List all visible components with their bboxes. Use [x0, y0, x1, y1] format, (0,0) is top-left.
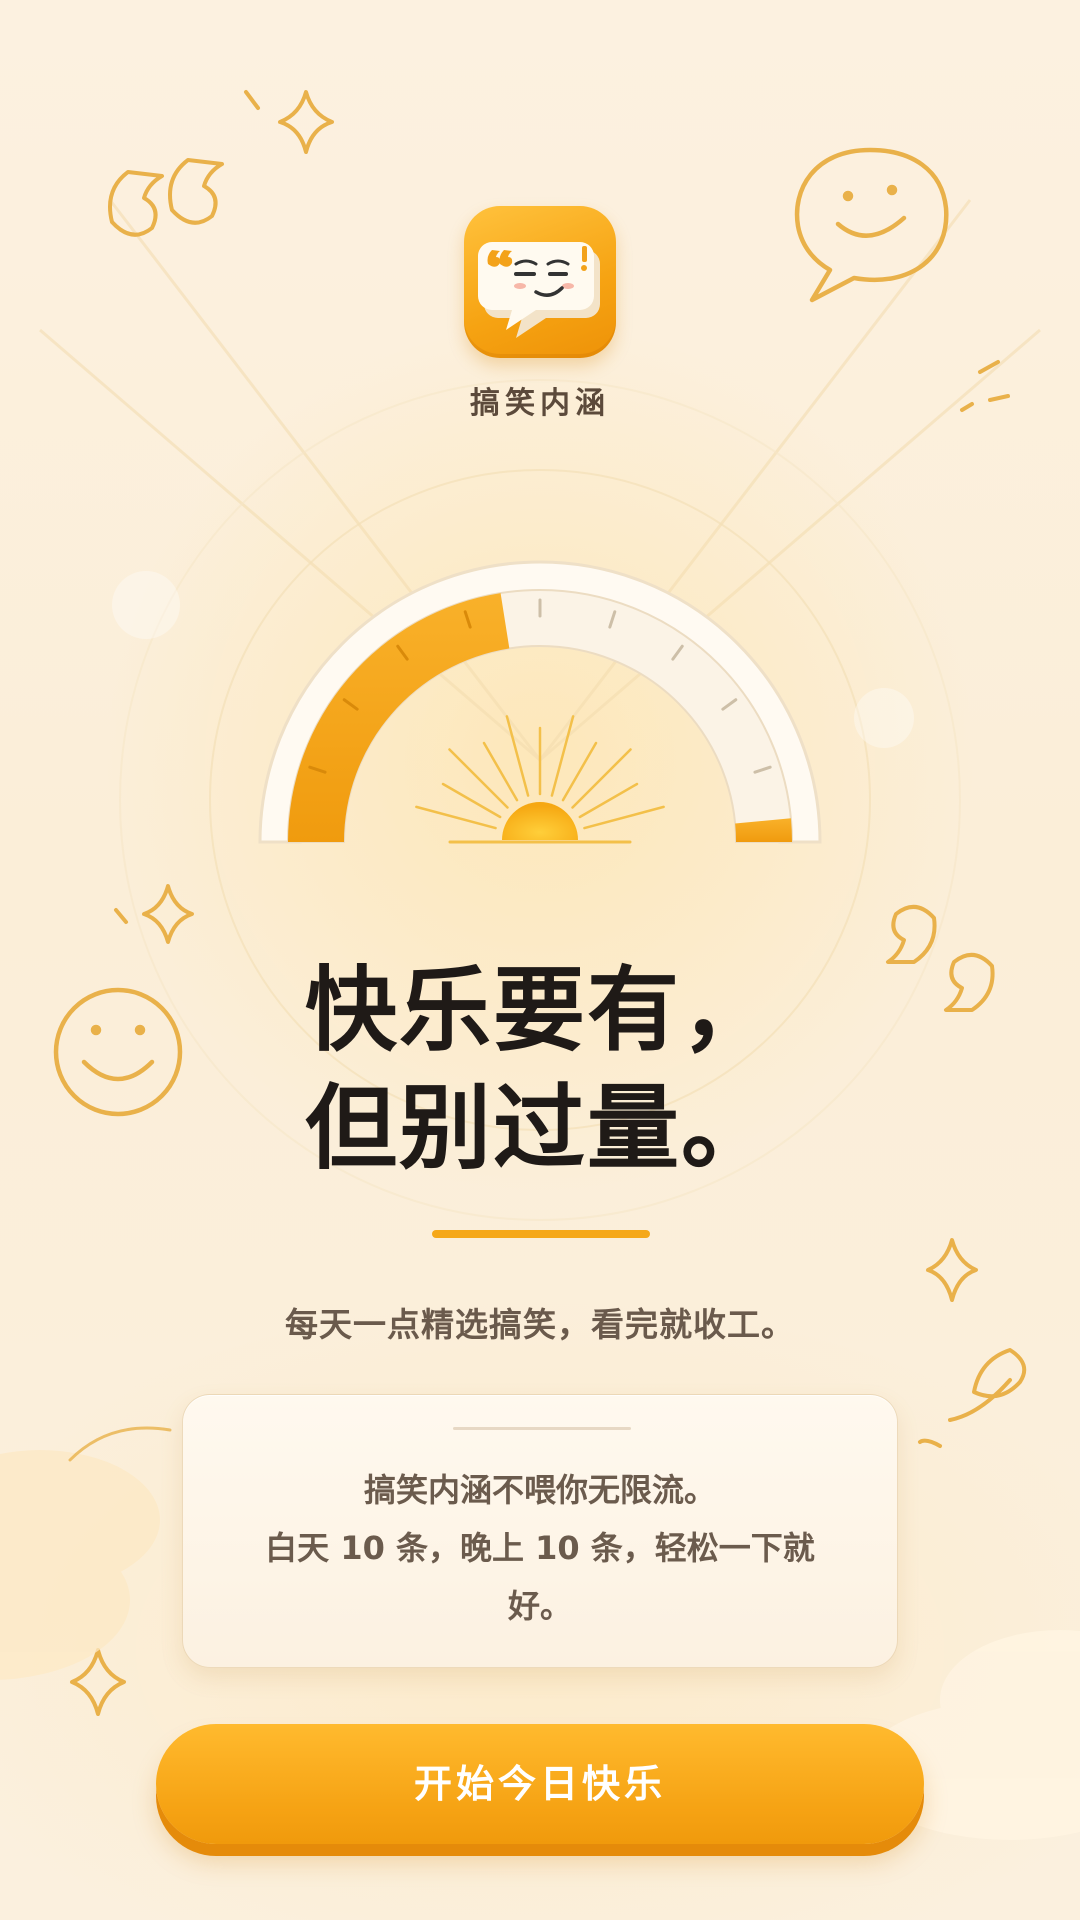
headline-line-2: 但别过量。	[304, 1075, 775, 1182]
info-card-text: 搞笑内涵不喂你无限流。 白天 10 条，晚上 10 条，轻松一下就 好。	[223, 1461, 857, 1635]
info-card-line-1: 搞笑内涵不喂你无限流。	[363, 1471, 716, 1509]
daily-limit-gauge	[258, 560, 822, 844]
bubble	[112, 571, 180, 639]
speech-bubble-face-icon	[478, 242, 600, 338]
sun-ray	[550, 715, 575, 797]
sun-ray	[583, 805, 665, 830]
sparkle-tick	[244, 90, 260, 110]
info-card: 搞笑内涵不喂你无限流。 白天 10 条，晚上 10 条，轻松一下就 好。	[182, 1394, 898, 1668]
sun-ray	[578, 782, 639, 819]
leaf-icon	[918, 1348, 1027, 1448]
sparkle-icon	[278, 90, 334, 154]
smiley-bubble-icon	[794, 147, 949, 303]
sparkle-icon	[926, 1238, 978, 1302]
sun-icon	[415, 715, 665, 844]
subtitle: 每天一点精选搞笑，看完就收工。	[285, 1305, 795, 1344]
sun-ray	[448, 748, 509, 809]
cloud-icon	[0, 1450, 160, 1680]
app-name: 搞笑内涵	[470, 386, 610, 421]
accent-divider	[432, 1230, 650, 1238]
start-today-button[interactable]: 开始今日快乐	[156, 1724, 924, 1844]
sparkle-icon	[142, 884, 194, 944]
headline-line-1: 快乐要有，	[304, 957, 775, 1064]
sun-ray	[415, 805, 497, 830]
sun-ray	[482, 741, 519, 802]
info-card-line-3: 好。	[507, 1587, 572, 1625]
sun-ray	[505, 715, 530, 797]
app-logo	[464, 206, 616, 358]
sun-ray	[441, 782, 502, 819]
sparkle-lines-icon	[960, 360, 1010, 412]
start-today-button-label: 开始今日快乐	[413, 1762, 666, 1806]
card-handle	[453, 1427, 631, 1430]
onboarding-screen: 搞笑内涵 快乐要有， 但别过量。 每天一点精选搞笑，看完就收工。 搞笑内涵不喂你…	[0, 0, 1080, 1920]
sun-ray	[561, 741, 598, 802]
info-card-line-2: 白天 10 条，晚上 10 条，轻松一下就	[265, 1529, 815, 1567]
sun-ray	[571, 748, 632, 809]
headline: 快乐要有， 但别过量。	[140, 952, 940, 1188]
bubble	[854, 688, 914, 748]
sparkle-tick	[114, 908, 128, 924]
